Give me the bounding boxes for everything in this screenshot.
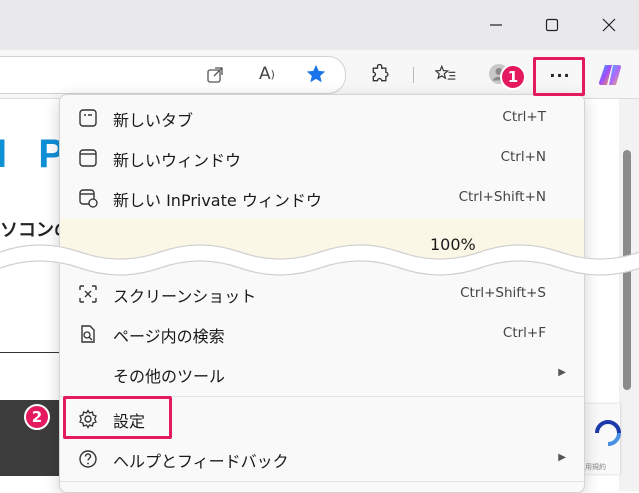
menu-item-new-window[interactable]: 新しいウィンドウ Ctrl+N (68, 140, 574, 176)
new-window-icon (79, 149, 97, 167)
recaptcha-icon (595, 420, 621, 446)
toolbar-divider (413, 67, 414, 83)
read-aloud-icon[interactable]: A) (254, 62, 280, 86)
extensions-icon[interactable] (368, 62, 392, 86)
submenu-arrow-icon: ▶ (558, 367, 566, 378)
inprivate-icon (79, 189, 98, 208)
menu-item-label: ヘルプとフィードバック (113, 452, 289, 471)
find-icon (81, 325, 95, 343)
menu-item-shortcut: Ctrl+T (502, 109, 546, 125)
menu-item-shortcut: Ctrl+F (502, 325, 546, 341)
open-in-app-icon[interactable] (204, 64, 226, 86)
close-icon (602, 18, 616, 32)
menu-separator (60, 481, 584, 482)
page-divider (0, 352, 60, 353)
minimize-icon (490, 24, 502, 26)
menu-item-label: 新しいウィンドウ (113, 151, 242, 170)
menu-item-label: ページ内の検索 (113, 327, 225, 346)
favorite-star-icon[interactable] (304, 62, 328, 86)
menu-item-shortcut: Ctrl+Shift+S (460, 285, 546, 301)
menu-item-shortcut: Ctrl+Shift+N (458, 189, 546, 205)
help-icon (79, 450, 97, 468)
title-bar (0, 0, 639, 50)
submenu-arrow-icon: ▶ (558, 452, 566, 463)
copilot-icon[interactable] (596, 61, 624, 89)
maximize-icon (545, 18, 559, 32)
new-tab-icon (79, 109, 97, 127)
menu-item-label: 新しいタブ (113, 111, 194, 130)
screenshot-icon (79, 285, 97, 303)
minimize-button[interactable] (481, 10, 511, 40)
menu-item-more-tools[interactable]: その他のツール ▶ (68, 356, 574, 392)
step-badge-1: 1 (500, 64, 526, 90)
address-bar[interactable] (0, 56, 346, 94)
step-badge-2: 2 (24, 404, 50, 430)
close-button[interactable] (594, 10, 624, 40)
menu-item-find-on-page[interactable]: ページ内の検索 Ctrl+F (68, 316, 574, 352)
menu-item-label: 新しい InPrivate ウィンドウ (113, 191, 322, 210)
highlight-settings (63, 396, 172, 439)
menu-item-shortcut: Ctrl+N (500, 149, 546, 165)
maximize-button[interactable] (537, 10, 567, 40)
favorites-icon[interactable] (433, 62, 459, 86)
menu-item-help-feedback[interactable]: ヘルプとフィードバック ▶ (68, 441, 574, 477)
menu-item-new-tab[interactable]: 新しいタブ Ctrl+T (68, 100, 574, 136)
highlight-more-button (533, 57, 585, 96)
menu-item-new-inprivate-window[interactable]: 新しい InPrivate ウィンドウ Ctrl+Shift+N (68, 180, 574, 216)
omitted-content-wave (0, 244, 639, 276)
menu-item-label: その他のツール (113, 367, 226, 386)
menu-item-label: スクリーンショット (113, 287, 257, 306)
